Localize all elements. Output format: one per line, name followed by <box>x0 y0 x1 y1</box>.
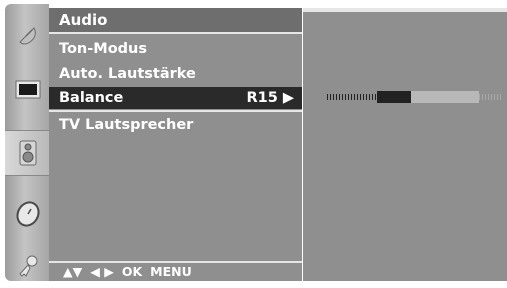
menu-hint: MENU <box>150 264 192 279</box>
key-icon <box>19 255 38 277</box>
menu-item-label: TV Lautsprecher <box>59 117 194 133</box>
ok-hint: OK <box>121 264 143 279</box>
balance-ticks-left <box>327 94 377 100</box>
divider <box>49 110 302 112</box>
menu-item-ton-modus[interactable]: Ton-Modus <box>49 38 302 60</box>
audio-menu-panel: Audio Ton-Modus Auto. Lautstärke Balance… <box>49 8 302 281</box>
rail-slot-picture[interactable] <box>9 68 47 112</box>
menu-item-balance[interactable]: Balance R15 ▶ <box>49 87 302 109</box>
menu-item-auto-lautstaerke[interactable]: Auto. Lautstärke <box>49 63 302 85</box>
balance-slider-thumb[interactable] <box>377 91 411 103</box>
rail-slot-time[interactable] <box>9 192 47 236</box>
rail-slot-lock[interactable] <box>9 244 47 288</box>
balance-ticks-right <box>479 94 503 100</box>
menu-item-tv-lautsprecher[interactable]: TV Lautsprecher <box>49 114 302 136</box>
balance-value: R15 ▶ <box>246 90 294 106</box>
divider <box>303 8 507 12</box>
balance-slider-track <box>411 91 479 103</box>
balance-slider[interactable] <box>327 91 503 103</box>
nav-leftright-hint: ◀ ▶ <box>90 264 114 279</box>
menu-item-label: Auto. Lautstärke <box>59 66 196 82</box>
adjustment-panel <box>303 8 507 281</box>
rail-slot-setup[interactable] <box>9 14 47 58</box>
icon-rail <box>5 4 55 281</box>
clock-icon <box>16 201 40 227</box>
menu-item-label: Balance <box>59 90 124 106</box>
divider <box>49 32 302 34</box>
menu-item-label: Ton-Modus <box>59 41 147 57</box>
menu-title: Audio <box>49 8 302 32</box>
speaker-icon <box>19 140 37 166</box>
rail-slot-audio[interactable] <box>5 130 51 176</box>
satellite-dish-icon <box>19 27 36 45</box>
footer-key-hints: ▲▼ ◀ ▶ OK MENU <box>49 263 302 281</box>
nav-updown-hint: ▲▼ <box>63 264 83 279</box>
osd-menu: Audio Ton-Modus Auto. Lautstärke Balance… <box>0 0 507 283</box>
tv-screen-icon <box>15 80 41 99</box>
